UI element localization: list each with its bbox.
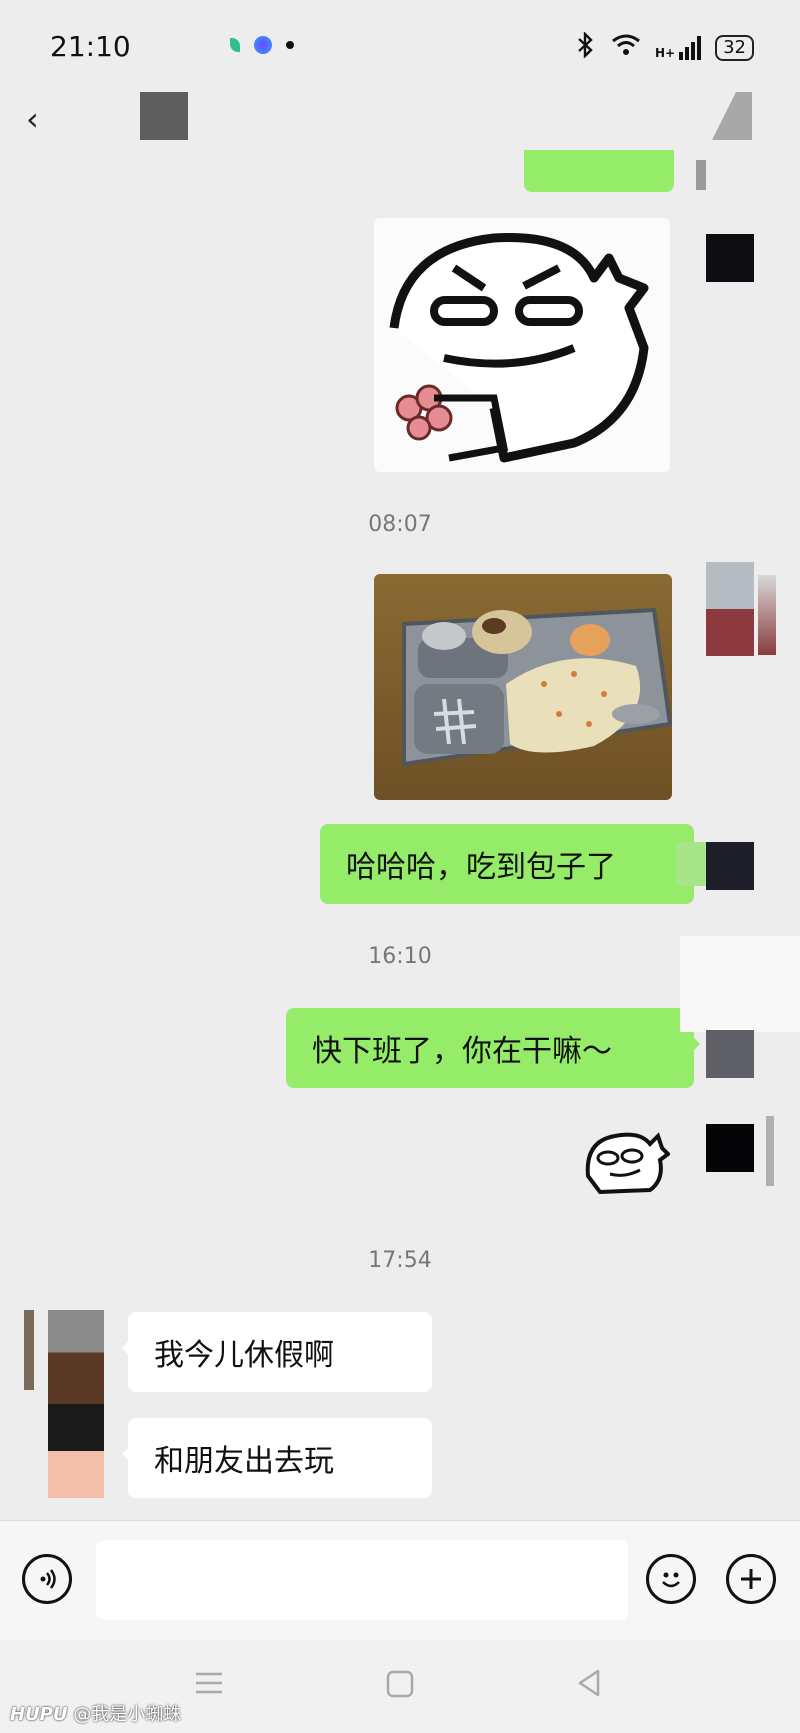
timestamp: 08:07 [368,512,432,537]
sender-avatar[interactable] [706,234,754,282]
back-button[interactable]: ‹ [26,100,66,140]
message-text: 我今儿休假啊 [154,1338,334,1373]
back-icon [578,1669,600,1697]
status-right: H+ 32 [575,31,754,63]
emoji-button[interactable] [646,1554,696,1604]
message-text: 和朋友出去玩 [154,1444,334,1479]
message-input[interactable] [96,1540,628,1620]
watermark: HUPU @我是小蜘蛛 [10,1700,181,1726]
menu-button[interactable] [194,1670,224,1696]
home-button[interactable] [386,1670,414,1698]
emoji-icon [662,1572,680,1588]
bluetooth-icon [575,31,597,63]
notification-icons [230,36,294,54]
watermark-user: @我是小蜘蛛 [73,1704,182,1725]
back-nav-button[interactable] [574,1668,604,1698]
small-sticker-image[interactable] [580,1126,672,1195]
app-notification-icon-2 [254,36,272,54]
voice-icon [40,1569,56,1589]
message-bubble-received[interactable]: 和朋友出去玩 [122,1418,432,1498]
overlay-card [680,936,800,1032]
watermark-brand: HUPU [10,1704,68,1725]
sender-avatar-5[interactable] [706,1124,754,1172]
selection-highlight [676,842,706,886]
message-bubble-sent[interactable]: 哈哈哈，吃到包子了 [320,824,700,904]
voice-button[interactable] [22,1554,72,1604]
plus-icon [741,1569,761,1589]
app-notification-icon [230,38,240,52]
receiver-avatar[interactable] [48,1310,104,1404]
message-bubble-sent[interactable]: 快下班了，你在干嘛～ [286,1008,700,1088]
avatar-edge-2 [766,1116,774,1186]
sticker-image[interactable] [374,218,670,472]
avatar-partial [696,160,706,190]
wifi-icon [611,33,641,62]
back-icon: ‹ [26,100,39,138]
dot-icon [286,41,294,49]
avatar-edge-left [24,1310,34,1390]
plus-button[interactable] [726,1554,776,1604]
message-bubble-received[interactable]: 我今儿休假啊 [122,1312,432,1392]
message-text: 哈哈哈，吃到包子了 [346,850,616,885]
receiver-avatar-2[interactable] [48,1404,104,1498]
sender-avatar-4[interactable] [706,1030,754,1078]
sender-avatar-2[interactable] [706,562,754,656]
message-bubble-partial [524,150,674,192]
avatar-edge [758,575,776,655]
network-type: H+ [654,45,676,60]
battery-indicator: 32 [715,34,754,61]
more-options-button[interactable] [712,92,752,140]
timestamp: 17:54 [368,1248,432,1273]
message-text: 快下班了，你在干嘛～ [312,1034,612,1069]
status-time: 21:10 [50,30,131,63]
chat-title-avatar [140,92,188,140]
food-photo[interactable] [374,574,672,800]
menu-icon [196,1672,222,1694]
signal-icon: H+ [654,35,702,60]
home-icon [386,1670,414,1698]
sender-avatar-3[interactable] [706,842,754,890]
